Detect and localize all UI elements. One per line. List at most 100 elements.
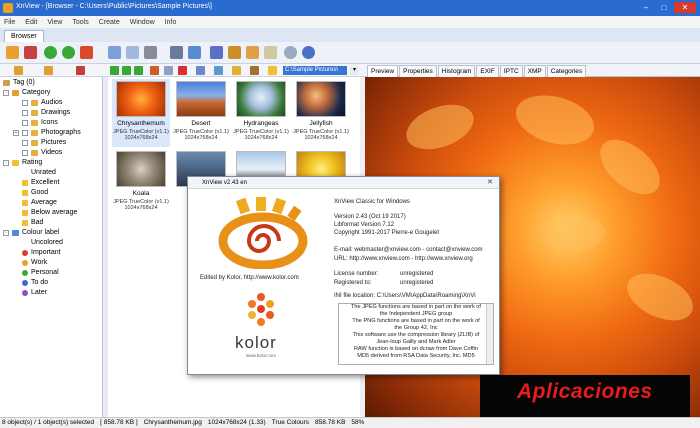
tree-colour-later[interactable]: Later: [22, 289, 47, 296]
star-icon[interactable]: [268, 66, 277, 75]
sort-icon[interactable]: [214, 66, 223, 75]
tab-xmp[interactable]: XMP: [523, 65, 546, 77]
tree-colour-personal[interactable]: Personal: [22, 269, 59, 276]
folders-icon[interactable]: [14, 66, 23, 75]
print-icon[interactable]: [170, 46, 183, 59]
thumbnail-item[interactable]: Desert JPEG TrueColor (v1.1) 1024x768x24: [172, 79, 230, 147]
thumbnail-item[interactable]: Chrysanthemum JPEG TrueColor (v1.1) 1024…: [112, 79, 170, 147]
checkbox[interactable]: [22, 99, 28, 106]
menu-edit[interactable]: Edit: [25, 19, 37, 26]
email-text[interactable]: E-mail: webmaster@xnview.com - contact@x…: [334, 247, 483, 253]
thumbnail-item[interactable]: Koala JPEG TrueColor (v1.1) 1024x768x24: [112, 149, 170, 217]
browser-icon[interactable]: [6, 46, 19, 59]
capture-icon[interactable]: [210, 46, 223, 59]
minimize-button[interactable]: –: [638, 2, 654, 13]
tab-categories[interactable]: Categories: [546, 65, 587, 77]
preview-tabs: Preview Properties Histogram EXIF IPTC X…: [365, 64, 700, 77]
tree-colour-label[interactable]: - Colour label: [3, 229, 59, 236]
url-text[interactable]: URL: http://www.xnview.com - http://www.…: [334, 256, 473, 262]
menu-view[interactable]: View: [47, 19, 62, 26]
refresh-icon[interactable]: [150, 66, 159, 75]
back-icon[interactable]: [44, 46, 57, 59]
tag-icon[interactable]: [250, 66, 259, 75]
expand-icon[interactable]: +: [13, 129, 19, 136]
category-tree: Tag (0) - Category Audios Drawings Icons…: [0, 77, 103, 417]
collapse-icon[interactable]: -: [3, 229, 9, 236]
tree-rating[interactable]: - Rating: [3, 159, 42, 166]
address-dropdown-icon[interactable]: ▾: [350, 66, 359, 75]
categories-icon[interactable]: [76, 66, 85, 75]
tree-category[interactable]: - Category: [3, 89, 50, 96]
checkbox[interactable]: [22, 119, 28, 126]
blank-icon: [22, 169, 28, 176]
tree-tag[interactable]: Tag (0): [3, 79, 35, 86]
slideshow-icon[interactable]: [80, 46, 93, 59]
license-text-box[interactable]: The JPEG functions are based in part on …: [338, 303, 494, 365]
nav-up-icon[interactable]: [110, 66, 119, 75]
tree-item-videos[interactable]: Videos: [22, 149, 62, 156]
address-field[interactable]: C:\Sample Pictures\: [283, 66, 347, 75]
help-icon[interactable]: [284, 46, 297, 59]
tab-exif[interactable]: EXIF: [476, 65, 499, 77]
tab-properties[interactable]: Properties: [399, 65, 437, 77]
favorites-icon[interactable]: [44, 66, 53, 75]
copy-icon[interactable]: [126, 46, 139, 59]
thumbnail-item[interactable]: Hydrangeas JPEG TrueColor (v1.1) 1024x76…: [232, 79, 290, 147]
tree-colour-uncolored[interactable]: Uncolored: [22, 239, 63, 246]
open-icon[interactable]: [108, 46, 121, 59]
tree-rating-excellent[interactable]: Excellent: [22, 179, 59, 186]
tree-rating-average[interactable]: Average: [22, 199, 57, 206]
tab-iptc[interactable]: IPTC: [499, 65, 523, 77]
menu-create[interactable]: Create: [99, 19, 120, 26]
tab-browser[interactable]: Browser: [4, 30, 44, 42]
nav-forward-icon[interactable]: [134, 66, 143, 75]
scan-icon[interactable]: [144, 46, 157, 59]
filter-icon[interactable]: [232, 66, 241, 75]
tree-colour-important[interactable]: Important: [22, 249, 61, 256]
checkbox[interactable]: [22, 129, 28, 136]
settings-icon[interactable]: [264, 46, 277, 59]
thumbnail-item[interactable]: Jellyfish JPEG TrueColor (v1.1) 1024x768…: [292, 79, 350, 147]
nav-back-icon[interactable]: [122, 66, 131, 75]
menu-file[interactable]: File: [4, 19, 15, 26]
copy-to-icon[interactable]: [164, 66, 173, 75]
save-icon[interactable]: [188, 46, 201, 59]
tree-rating-unrated[interactable]: Unrated: [22, 169, 56, 176]
folder-icon: [31, 109, 38, 116]
tree-item-drawings[interactable]: Drawings: [22, 109, 70, 116]
close-button[interactable]: ✕: [674, 2, 696, 13]
dialog-close-button[interactable]: ✕: [483, 178, 497, 188]
forward-icon[interactable]: [62, 46, 75, 59]
maximize-button[interactable]: □: [656, 2, 672, 13]
tree-item-photographs[interactable]: + Photographs: [13, 129, 81, 136]
batch-convert-icon[interactable]: [228, 46, 241, 59]
fullscreen-icon[interactable]: [24, 46, 37, 59]
tree-rating-good[interactable]: Good: [22, 189, 48, 196]
tree-colour-todo[interactable]: To do: [22, 279, 48, 286]
batch-rename-icon[interactable]: [246, 46, 259, 59]
tab-histogram[interactable]: Histogram: [437, 65, 476, 77]
checkbox[interactable]: [22, 149, 28, 156]
tree-rating-below-average[interactable]: Below average: [22, 209, 77, 216]
tree-item-audios[interactable]: Audios: [22, 99, 62, 106]
collapse-icon[interactable]: -: [3, 89, 9, 96]
view-mode-icon[interactable]: [196, 66, 205, 75]
delete-icon[interactable]: [178, 66, 187, 75]
blue-dot-icon: [22, 279, 28, 286]
tree-item-icons[interactable]: Icons: [22, 119, 58, 126]
browser-toolbar: C:\Sample Pictures\ ▾: [0, 64, 365, 77]
license-scrollbar[interactable]: [486, 304, 493, 364]
tree-item-pictures[interactable]: Pictures: [22, 139, 66, 146]
edited-by-text: Edited by Kolor, http://www.kolor.com: [200, 275, 299, 281]
menu-info[interactable]: Info: [165, 19, 177, 26]
tab-preview[interactable]: Preview: [367, 65, 399, 77]
tree-rating-bad[interactable]: Bad: [22, 219, 43, 226]
status-file: Chrysanthemum.jpg: [143, 419, 202, 426]
menu-tools[interactable]: Tools: [72, 19, 88, 26]
tree-colour-work[interactable]: Work: [22, 259, 47, 266]
checkbox[interactable]: [22, 109, 28, 116]
checkbox[interactable]: [22, 139, 28, 146]
collapse-icon[interactable]: -: [3, 159, 9, 166]
info-icon[interactable]: [302, 46, 315, 59]
menu-window[interactable]: Window: [130, 19, 155, 26]
